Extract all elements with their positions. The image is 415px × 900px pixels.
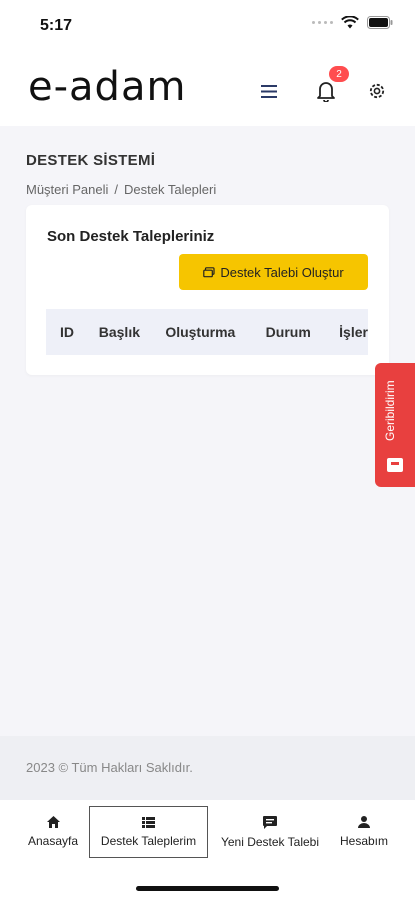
footer: 2023 © Tüm Hakları Saklıdır.: [0, 736, 415, 800]
bottom-nav: Anasayfa Destek Taleplerim Yeni Destek T…: [0, 800, 415, 900]
column-id: ID: [60, 324, 74, 340]
column-created: Oluşturma: [165, 324, 236, 340]
tickets-table[interactable]: ID Başlık Oluşturma Durum İşler: [46, 309, 368, 355]
ticket-icon: [203, 266, 215, 277]
notification-badge: 2: [329, 66, 349, 82]
copyright-text: 2023 © Tüm Hakları Saklıdır.: [26, 760, 193, 775]
status-bar: 5:17: [0, 0, 415, 52]
nav-account[interactable]: Hesabım: [334, 806, 394, 858]
recent-tickets-card: Son Destek Talepleriniz Destek Talebi Ol…: [26, 205, 389, 375]
breadcrumb: Müşteri Paneli / Destek Talepleri: [26, 182, 216, 197]
breadcrumb-support-requests: Destek Talepleri: [124, 182, 217, 197]
nav-my-tickets[interactable]: Destek Taleplerim: [89, 806, 208, 858]
battery-icon: [367, 16, 393, 29]
column-status: Durum: [265, 324, 311, 340]
nav-new-ticket[interactable]: Yeni Destek Talebi: [214, 806, 326, 858]
status-time: 5:17: [40, 17, 73, 34]
notifications-button[interactable]: 2: [311, 66, 349, 106]
list-icon: [142, 816, 155, 828]
feedback-icon: [387, 458, 403, 472]
hamburger-icon: [261, 84, 277, 98]
breadcrumb-separator: /: [114, 182, 118, 197]
home-indicator: [136, 886, 279, 891]
breadcrumb-customer-panel[interactable]: Müşteri Paneli: [26, 182, 108, 197]
user-icon: [358, 816, 370, 828]
page-title: DESTEK SİSTEMİ: [26, 152, 156, 169]
feedback-label: Geribildirim: [383, 380, 397, 441]
nav-home[interactable]: Anasayfa: [22, 806, 84, 858]
column-title: Başlık: [98, 324, 140, 340]
app-header: e-adam 2: [0, 52, 415, 126]
create-ticket-button[interactable]: Destek Talebi Oluştur: [179, 254, 368, 290]
home-icon: [46, 816, 60, 828]
signal-dots-icon: [312, 21, 333, 24]
nav-account-label: Hesabım: [339, 834, 389, 848]
nav-my-tickets-label: Destek Taleplerim: [100, 833, 197, 848]
create-ticket-label: Destek Talebi Oluştur: [220, 264, 344, 280]
gear-icon: [369, 83, 385, 99]
chat-icon: [263, 815, 277, 829]
nav-new-ticket-label: Yeni Destek Talebi: [220, 834, 320, 849]
column-actions: İşler: [339, 324, 368, 340]
status-icons: [312, 16, 393, 29]
card-title: Son Destek Talepleriniz: [47, 228, 215, 245]
table-header-row: ID Başlık Oluşturma Durum İşler: [46, 309, 368, 355]
nav-home-label: Anasayfa: [27, 834, 79, 848]
bell-icon: [317, 82, 335, 102]
wifi-icon: [341, 16, 359, 29]
menu-button[interactable]: [254, 76, 284, 106]
settings-button[interactable]: [362, 76, 392, 106]
logo[interactable]: e-adam: [28, 64, 186, 110]
feedback-tab[interactable]: Geribildirim: [375, 363, 415, 487]
